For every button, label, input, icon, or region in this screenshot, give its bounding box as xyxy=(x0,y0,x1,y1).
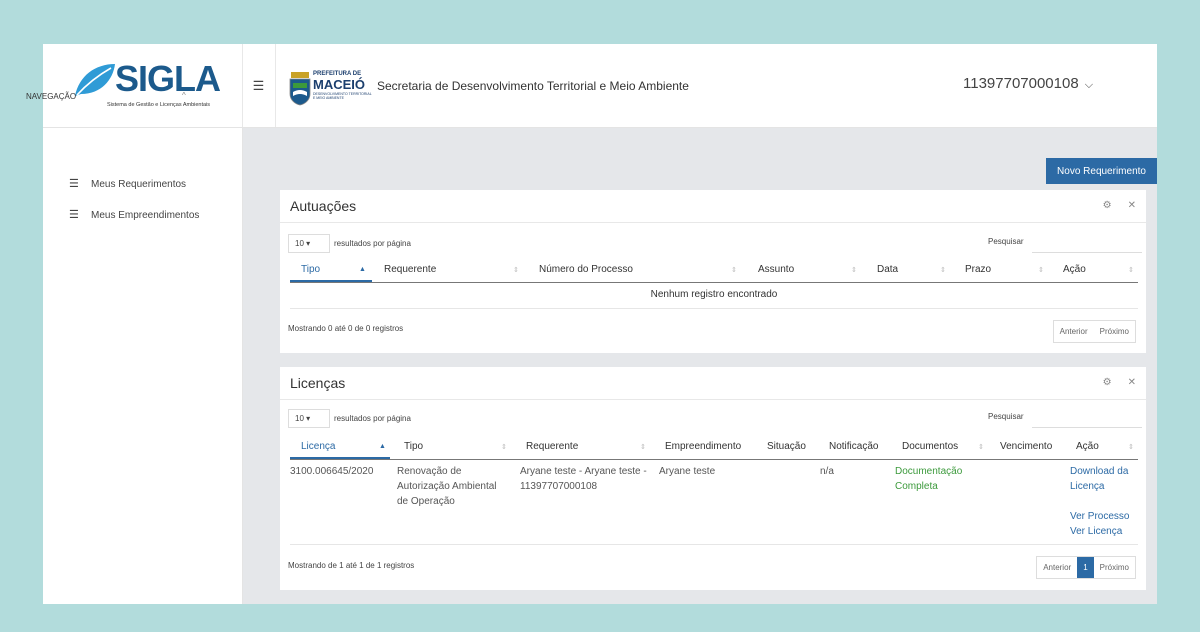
top-bar: SIGLA Sistema de Gestão e Licenças Ambie… xyxy=(43,44,1157,128)
column-header-acao[interactable]: Ação xyxy=(1076,441,1099,452)
cell-licenca: 3100.006645/2020 xyxy=(290,466,374,477)
licencas-panel: Licenças ⚙ ✕ 10 ▾ resultados por página Pe… xyxy=(280,367,1146,590)
cell-empreendimento: Aryane teste xyxy=(659,466,716,477)
chevron-up-icon[interactable]: ^ xyxy=(182,91,186,100)
download-licenca-link[interactable]: Download da Licença xyxy=(1070,464,1142,494)
table-info: Mostrando 0 até 0 de 0 registros xyxy=(288,324,404,333)
column-header-tipo[interactable]: Tipo xyxy=(404,441,423,452)
page-size-select[interactable]: 10 ▾ xyxy=(288,234,330,253)
sort-icon: ⇕ xyxy=(851,267,857,274)
sidebar-item-label: Meus Requerimentos xyxy=(91,179,187,190)
search-input[interactable] xyxy=(1032,232,1142,253)
close-icon[interactable]: ✕ xyxy=(1128,377,1136,388)
column-header-requerente[interactable]: Requerente xyxy=(526,441,578,452)
sidebar-item-meus-empreendimentos[interactable]: ☰ Meus Empreendimentos xyxy=(69,208,199,221)
column-header-documentos[interactable]: Documentos xyxy=(902,441,958,452)
leaf-icon xyxy=(75,64,115,96)
column-header-requerente[interactable]: Requerente xyxy=(384,264,436,275)
sidebar-item-label: Meus Empreendimentos xyxy=(91,210,200,221)
autuacoes-title: Autuações xyxy=(290,198,357,214)
sidebar-heading: NAVEGAÇÃO xyxy=(26,92,77,101)
column-header-tipo[interactable]: Tipo xyxy=(301,264,320,275)
column-header-data[interactable]: Data xyxy=(877,264,898,275)
user-id: 11397707000108 xyxy=(963,75,1079,92)
prefeitura-department: DESENVOLVIMENTO TERRITORIAL E MEIO AMBIE… xyxy=(313,92,372,100)
sort-asc-icon: ▲ xyxy=(359,266,366,273)
prev-page-button[interactable]: Anterior xyxy=(1037,557,1077,578)
autuacoes-panel: Autuações ⚙ ✕ 10 ▾ resultados por página P… xyxy=(280,190,1146,353)
sidebar xyxy=(43,128,243,604)
logo[interactable]: SIGLA Sistema de Gestão e Licenças Ambie… xyxy=(43,44,243,127)
close-icon[interactable]: ✕ xyxy=(1128,200,1136,211)
sort-icon: ⇕ xyxy=(1038,267,1044,274)
sort-icon: ⇕ xyxy=(731,267,737,274)
table-info: Mostrando de 1 até 1 de 1 registros xyxy=(288,561,415,570)
search-label: Pesquisar xyxy=(988,412,1024,421)
row-divider xyxy=(290,544,1138,545)
page-size-value: 10 xyxy=(295,239,304,248)
pagination: Anterior Próximo xyxy=(1052,320,1136,343)
cell-requerente: Aryane teste - Aryane teste - 1139770700… xyxy=(520,466,647,492)
sort-icon: ⇕ xyxy=(501,444,507,451)
ver-licenca-link[interactable]: Ver Licença xyxy=(1070,524,1142,539)
panel-tools: ⚙ ✕ xyxy=(1087,200,1136,211)
sort-icon: ⇕ xyxy=(1128,444,1134,451)
logo-text: SIGLA xyxy=(115,58,221,99)
sort-icon: ⇕ xyxy=(1128,267,1134,274)
page-1-button[interactable]: 1 xyxy=(1077,557,1094,578)
pagination: Anterior 1 Próximo xyxy=(1036,556,1136,579)
page-size-control: 10 ▾ resultados por página xyxy=(288,234,411,253)
gear-icon[interactable]: ⚙ xyxy=(1103,377,1112,388)
secretaria-title: Secretaria de Desenvolvimento Territoria… xyxy=(377,79,689,93)
licencas-title: Licenças xyxy=(290,375,346,391)
menu-icon: ☰ xyxy=(252,77,265,93)
sort-icon: ⇕ xyxy=(978,444,984,451)
column-header-assunto[interactable]: Assunto xyxy=(758,264,794,275)
novo-requerimento-button[interactable]: Novo Requerimento xyxy=(1046,158,1157,184)
header-divider xyxy=(290,459,1138,460)
sort-icon: ⇕ xyxy=(940,267,946,274)
page-size-label: resultados por página xyxy=(334,239,411,248)
list-icon: ☰ xyxy=(69,209,79,221)
cell-tipo: Renovação de Autorização Ambiental de Op… xyxy=(397,466,497,507)
user-menu[interactable]: 11397707000108 ⌵ xyxy=(963,75,1093,92)
ver-processo-link[interactable]: Ver Processo xyxy=(1070,509,1142,524)
page-size-select[interactable]: 10 ▾ xyxy=(288,409,330,428)
logo-subtitle: Sistema de Gestão e Licenças Ambientais xyxy=(107,102,211,108)
menu-toggle-button[interactable]: ☰ xyxy=(242,44,276,127)
page-size-control: 10 ▾ resultados por página xyxy=(288,409,411,428)
column-header-prazo[interactable]: Prazo xyxy=(965,264,991,275)
next-page-button[interactable]: Próximo xyxy=(1094,321,1135,342)
list-icon: ☰ xyxy=(69,178,79,190)
column-header-vencimento[interactable]: Vencimento xyxy=(1000,441,1052,452)
divider xyxy=(280,399,1146,400)
divider xyxy=(280,222,1146,223)
panel-tools: ⚙ ✕ xyxy=(1087,377,1136,388)
sidebar-item-meus-requerimentos[interactable]: ☰ Meus Requerimentos xyxy=(69,177,186,190)
maceio-crest-icon xyxy=(289,72,311,106)
page-size-value: 10 xyxy=(295,414,304,423)
header-divider xyxy=(290,282,1138,283)
page-size-label: resultados por página xyxy=(334,414,411,423)
prev-page-button[interactable]: Anterior xyxy=(1054,321,1094,342)
empty-message: Nenhum registro encontrado xyxy=(650,289,778,300)
column-header-empreendimento[interactable]: Empreendimento xyxy=(665,441,741,452)
gear-icon[interactable]: ⚙ xyxy=(1103,200,1112,211)
search-label: Pesquisar xyxy=(988,237,1024,246)
column-header-numero[interactable]: Número do Processo xyxy=(539,264,633,275)
next-page-button[interactable]: Próximo xyxy=(1094,557,1135,578)
cell-documentos: Documentação Completa xyxy=(895,466,963,492)
column-header-notificacao[interactable]: Notificação xyxy=(829,441,878,452)
column-header-acao[interactable]: Ação xyxy=(1063,264,1086,275)
prefeitura-city: MACEIÓ xyxy=(313,77,365,92)
chevron-down-icon: ⌵ xyxy=(1084,79,1094,91)
sort-icon: ⇕ xyxy=(640,444,646,451)
sort-icon: ⇕ xyxy=(513,267,519,274)
sort-asc-icon: ▲ xyxy=(379,443,386,450)
column-header-licenca[interactable]: Licença xyxy=(301,441,335,452)
row-divider xyxy=(290,308,1138,309)
cell-notificacao: n/a xyxy=(820,466,834,477)
column-header-situacao[interactable]: Situação xyxy=(767,441,806,452)
search-input[interactable] xyxy=(1032,407,1142,428)
